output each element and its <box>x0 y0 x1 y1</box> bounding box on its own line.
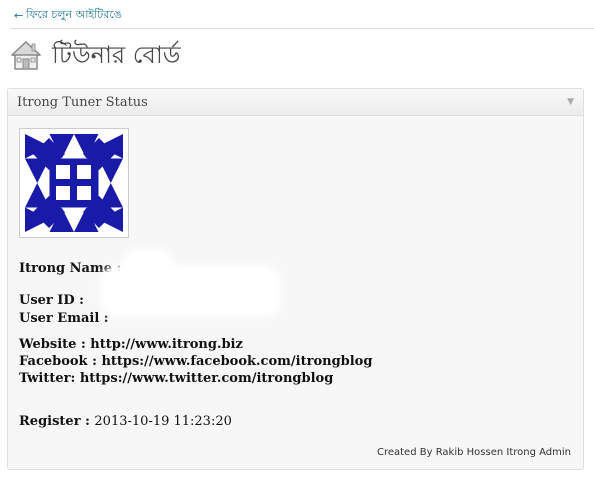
box-header[interactable]: Itrong Tuner Status ▼ <box>8 89 583 116</box>
user-id-row: User ID : <box>19 292 84 310</box>
tuner-status-box: Itrong Tuner Status ▼ Itrong Name : User… <box>7 88 584 470</box>
twitter-link[interactable]: https://www.twitter.com/itrongblog <box>80 371 333 386</box>
back-link-label: ফিরে চলুন আইটিরঙে <box>26 8 122 21</box>
facebook-label: Facebook : <box>19 354 97 369</box>
collapse-toggle-icon[interactable]: ▼ <box>567 97 574 107</box>
page-header: টিউনার বোর্ড <box>10 39 180 71</box>
identicon-image <box>25 134 123 232</box>
divider <box>10 28 594 29</box>
register-label: Register : <box>19 414 90 429</box>
name-label: Itrong Name : <box>19 261 122 276</box>
back-to-itrong-link[interactable]: ← ফিরে চলুন আইটিরঙে <box>14 6 122 25</box>
facebook-row: Facebook : https://www.facebook.com/itro… <box>19 353 372 371</box>
credit-text: Created By Rakib Hossen Itrong Admin <box>376 447 571 458</box>
redaction-mark <box>128 255 168 271</box>
user-email-label: User Email : <box>19 311 109 326</box>
website-link[interactable]: http://www.itrong.biz <box>90 337 243 352</box>
facebook-link[interactable]: https://www.facebook.com/itrongblog <box>101 354 372 369</box>
register-row: Register : 2013-10-19 11:23:20 <box>19 413 232 431</box>
avatar <box>19 128 129 238</box>
page-title: টিউনার বোর্ড <box>52 41 181 69</box>
name-row: Itrong Name : <box>19 260 121 278</box>
twitter-row: Twitter: https://www.twitter.com/itrongb… <box>19 370 333 388</box>
box-title: Itrong Tuner Status <box>17 94 148 110</box>
redaction-mark <box>106 271 276 311</box>
register-value: 2013-10-19 11:23:20 <box>94 414 232 429</box>
website-row: Website : http://www.itrong.biz <box>19 336 243 354</box>
house-icon <box>11 41 41 70</box>
twitter-label: Twitter: <box>19 371 76 386</box>
website-label: Website : <box>19 337 86 352</box>
user-email-row: User Email : <box>19 310 109 328</box>
user-id-label: User ID : <box>19 293 84 308</box>
back-arrow-icon: ← <box>14 9 24 22</box>
